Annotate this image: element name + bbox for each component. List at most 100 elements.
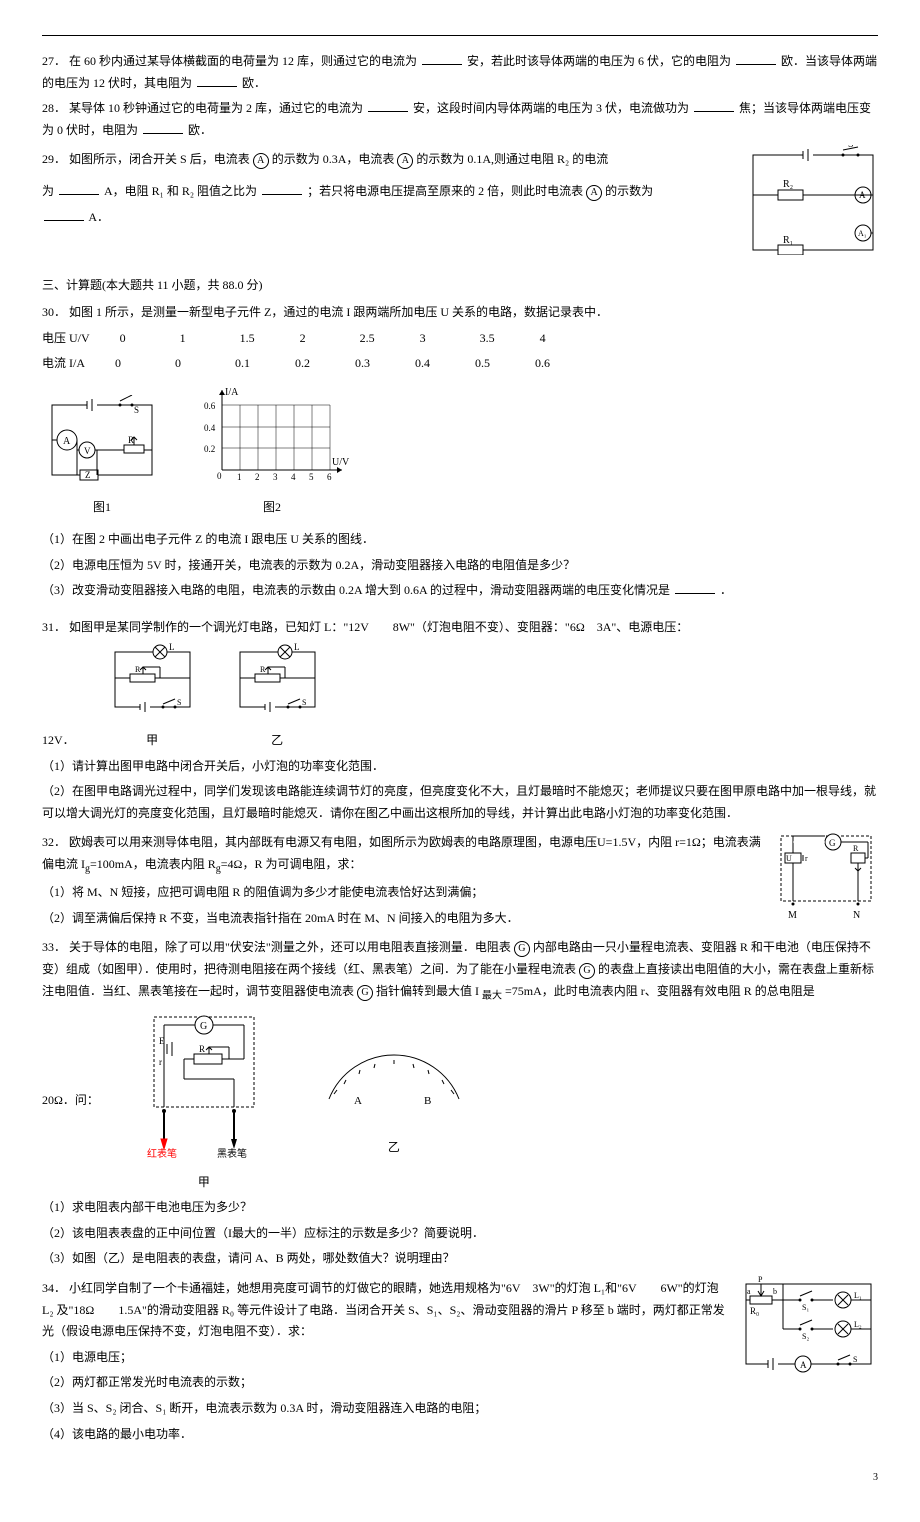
sub-max: 最大 [482,990,502,1001]
blank [694,111,734,112]
q30-p3-a: （3）改变滑动变阻器接入电路的电阻，电流表的示数由 0.2A 增大到 0.6A … [42,583,670,597]
q30-voltage-row: 电压 U/V 0 1 1.5 2 2.5 3 3.5 4 [42,328,878,350]
q34-p2: （2）两灯都正常发光时电流表的示数； [42,1372,728,1394]
svg-text:3: 3 [273,472,278,482]
cell: 0.2 [295,353,325,375]
q30-text: 如图 1 所示，是测量一新型电子元件 Z，通过的电流 I 跟两端所加电压 U 关… [69,305,608,319]
q28-num: 28． [42,101,66,115]
svg-text:2: 2 [255,472,260,482]
q29-text-c: 的示数为 0.1A,则通过电阻 R₂ 的电流 [416,152,608,166]
q32-b: =100mA，电流表内阻 R [90,857,216,871]
svg-text:6: 6 [327,472,332,482]
q29-text-d: 为 [42,184,54,198]
svg-text:G: G [200,1021,207,1032]
svg-text:S: S [302,698,306,707]
q30-current-row: 电流 I/A 0 0 0.1 0.2 0.3 0.4 0.5 0.6 [42,353,878,375]
svg-text:4: 4 [291,472,296,482]
svg-text:Z: Z [85,470,91,480]
svg-text:P: P [758,1275,763,1284]
cell: 2.5 [360,328,390,350]
cell: 4 [540,328,570,350]
cell: 1.5 [240,328,270,350]
q29-text-g: 的示数为 [605,184,653,198]
q33-e: =75mA，此时电流表内阻 r、变阻器有效电阻 R 的总电阻是 [505,984,815,998]
cell: 0 [120,328,150,350]
q31-fig-yi: L R S [230,642,325,717]
yi-label: 乙 [309,1137,479,1159]
cell: 1 [180,328,210,350]
svg-text:L: L [294,642,300,652]
yi-label: 乙 [230,730,325,752]
q33-p3: （3）如图（乙）是电阻表的表盘，请问 A、B 两处，哪处数值大？说明理由？ [42,1248,878,1270]
q34-p3: （3）当 S、S₂ 闭合、S₁ 断开，电流表示数为 0.3A 时，滑动变阻器连入… [42,1398,728,1420]
q33-num: 33． [42,940,66,954]
q30-p1: （1）在图 2 中画出电子元件 Z 的电流 I 跟电压 U 关系的图线． [42,529,878,551]
svg-text:r: r [159,1057,162,1067]
cell: 0 [175,353,205,375]
blank [675,593,715,594]
q29-circuit-diagram: S R₂ A R₁ A₁ [748,145,878,255]
section-3-header: 三、计算题(本大题共 11 小题，共 88.0 分) [42,275,878,297]
svg-text:b: b [773,1287,777,1296]
q27-text-a: 在 60 秒内通过某导体横截面的电荷量为 12 库，则通过它的电流为 [69,54,417,68]
svg-text:B: B [424,1095,431,1107]
q31-text: 如图甲是某同学制作的一个调光灯电路，已知灯 L："12V 8W"（灯泡电阻不变）… [69,620,688,634]
svg-text:R₀: R₀ [750,1306,759,1316]
q33-p2: （2）该电阻表表盘的正中间位置（I最大的一半）应标注的示数是多少？简要说明． [42,1223,878,1245]
svg-text:U/V: U/V [332,457,350,468]
q33-fig-yi: A B [309,1044,479,1124]
svg-text:L₂: L₂ [854,1320,862,1329]
galvanometer-icon: G [514,941,530,957]
question-27: 27． 在 60 秒内通过某导体横截面的电荷量为 12 库，则通过它的电流为 安… [42,51,878,94]
ammeter-a1-icon: A [397,153,413,169]
cell: 0 [115,353,145,375]
jia-label: 甲 [139,1172,269,1194]
ammeter-a-icon: A [586,185,602,201]
q28-text-b: 安，这段时间内导体两端的电压为 3 伏，电流做功为 [413,101,689,115]
svg-text:G: G [829,838,836,848]
svg-text:N: N [853,910,860,921]
q33-a: 关于导体的电阻，除了可以用"伏安法"测量之外，还可以用电阻表直接测量．电阻表 [69,940,511,954]
q29-text-h: A． [88,210,109,224]
svg-text:L₁: L₁ [854,1291,862,1300]
page-number: 3 [42,1469,878,1487]
svg-text:A: A [800,1360,807,1370]
svg-text:V: V [84,446,91,456]
svg-text:A: A [354,1095,362,1107]
question-32: 32． 欧姆表可以用来测导体电阻，其内部既有电源又有电阻，如图所示为欧姆表的电路… [42,828,878,933]
q31-p1: （1）请计算出图甲电路中闭合开关后，小灯泡的功率变化范围． [42,756,878,778]
svg-text:0: 0 [217,471,222,481]
q30-num: 30． [42,305,66,319]
fig1-label: 图1 [42,497,162,519]
svg-text:R: R [135,665,141,674]
q32-c: =4Ω，R 为可调电阻，求： [221,857,362,871]
fig2-label: 图2 [192,497,352,519]
svg-text:1: 1 [237,472,242,482]
svg-text:S: S [853,1355,857,1364]
question-31: 31． 如图甲是某同学制作的一个调光灯电路，已知灯 L："12V 8W"（灯泡电… [42,617,878,639]
q30-fig2-grid: I/A U/V 0.6 0.4 0.2 0 1 2 3 4 5 6 [192,385,352,485]
cell: 2 [300,328,330,350]
svg-text:5: 5 [309,472,314,482]
q29-text-a: 如图所示，闭合开关 S 后，电流表 [69,152,250,166]
svg-text:a: a [747,1287,751,1296]
svg-text:L: L [169,642,175,652]
galvanometer-icon: G [357,985,373,1001]
cell: 0.5 [475,353,505,375]
svg-text:S₁: S₁ [802,1303,809,1312]
q30-p3-b: ． [720,583,732,597]
cell: 3.5 [480,328,510,350]
q32-p1: （1）将 M、N 短接，应把可调电阻 R 的阻值调为多少才能使电流表恰好达到满偏… [42,882,763,904]
q28-text-d: 欧． [188,123,212,137]
svg-text:S: S [134,405,139,415]
q27-num: 27． [42,54,66,68]
blank [736,64,776,65]
svg-text:R: R [853,844,859,853]
cell: 0.6 [535,353,565,375]
q34-circuit: a b R₀ P S₁ L₁ S₂ L₂ A S [738,1274,878,1374]
q34-text: 小红同学自制了一个卡通福娃，她想用亮度可调节的灯做它的眼睛，她选用规格为"6V … [42,1281,725,1338]
svg-text:黑表笔: 黑表笔 [217,1147,247,1159]
row2-label: 电流 I/A [42,353,85,375]
svg-text:0.4: 0.4 [204,423,216,433]
q27-text-b: 安，若此时该导体两端的电压为 6 伏，它的电阻为 [467,54,731,68]
